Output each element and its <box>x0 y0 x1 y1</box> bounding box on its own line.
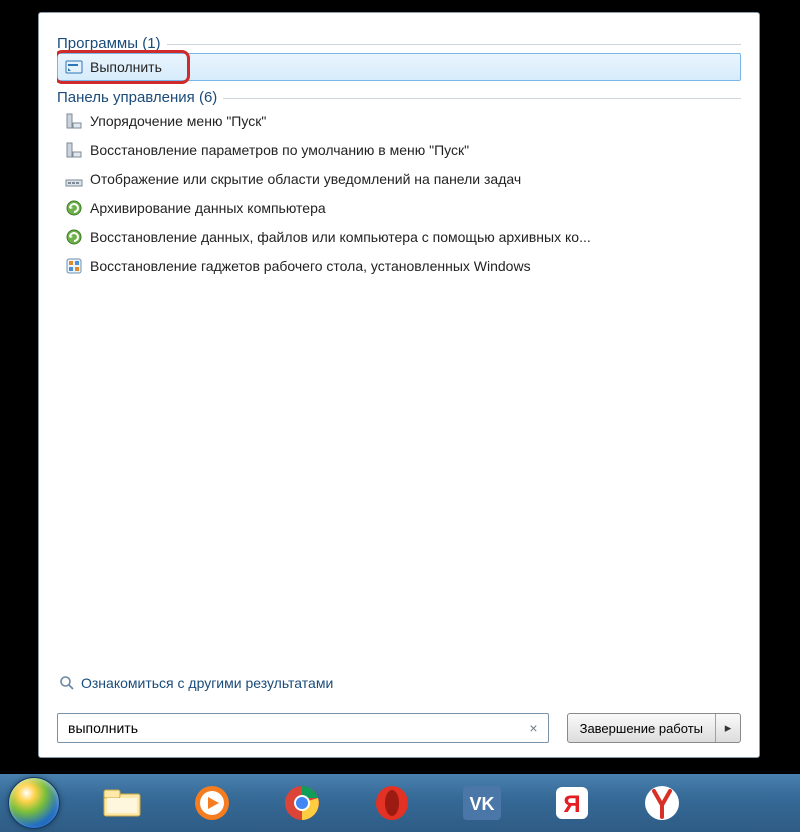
taskbar-chrome[interactable] <box>274 779 330 827</box>
more-results-link[interactable]: Ознакомиться с другими результатами <box>57 667 741 703</box>
taskbar-icon <box>64 111 84 131</box>
backup-icon <box>64 227 84 247</box>
wmp-icon <box>192 783 232 823</box>
shutdown-button[interactable]: Завершение работы ▸ <box>567 713 741 743</box>
shutdown-label[interactable]: Завершение работы <box>568 714 716 742</box>
search-results: Программы (1) Выполнить Панель управлени… <box>57 31 741 661</box>
shutdown-arrow[interactable]: ▸ <box>716 714 740 742</box>
bottom-bar: × Завершение работы ▸ <box>57 703 741 743</box>
section-programs-title: Программы (1) <box>57 35 161 52</box>
chrome-icon <box>282 783 322 823</box>
section-control-panel-title: Панель управления (6) <box>57 89 217 106</box>
taskbar-icon <box>64 140 84 160</box>
explorer-icon <box>101 786 143 820</box>
result-cp-1[interactable]: Восстановление параметров по умолчанию в… <box>57 136 741 164</box>
section-control-panel-header: Панель управления (6) <box>57 89 741 106</box>
result-label: Восстановление данных, файлов или компью… <box>90 229 591 245</box>
backup-icon <box>64 198 84 218</box>
taskbar-explorer[interactable] <box>94 779 150 827</box>
taskbar: VK Я <box>0 774 800 832</box>
search-icon <box>57 673 77 693</box>
svg-text:Я: Я <box>563 791 580 818</box>
taskbar-media-player[interactable] <box>184 779 240 827</box>
yandex-red-icon: Я <box>552 783 592 823</box>
taskbar-vk[interactable]: VK <box>454 779 510 827</box>
opera-icon <box>372 783 412 823</box>
result-cp-0[interactable]: Упорядочение меню "Пуск" <box>57 107 741 135</box>
result-label: Упорядочение меню "Пуск" <box>90 113 266 129</box>
svg-text:VK: VK <box>469 794 494 814</box>
result-cp-4[interactable]: Восстановление данных, файлов или компью… <box>57 223 741 251</box>
section-programs-header: Программы (1) <box>57 35 741 52</box>
result-label: Архивирование данных компьютера <box>90 200 326 216</box>
notify-icon <box>64 169 84 189</box>
taskbar-yandex[interactable]: Я <box>544 779 600 827</box>
result-cp-5[interactable]: Восстановление гаджетов рабочего стола, … <box>57 252 741 280</box>
result-run[interactable]: Выполнить <box>57 53 741 81</box>
vk-icon: VK <box>461 784 503 822</box>
result-label: Выполнить <box>90 59 162 75</box>
clear-search-button[interactable]: × <box>525 720 541 736</box>
result-label: Восстановление гаджетов рабочего стола, … <box>90 258 531 274</box>
result-cp-3[interactable]: Архивирование данных компьютера <box>57 194 741 222</box>
result-label: Восстановление параметров по умолчанию в… <box>90 142 469 158</box>
more-results-label: Ознакомиться с другими результатами <box>81 675 333 691</box>
yandex-y-icon <box>642 783 682 823</box>
run-icon <box>64 57 84 77</box>
taskbar-yandex-browser[interactable] <box>634 779 690 827</box>
result-cp-2[interactable]: Отображение или скрытие области уведомле… <box>57 165 741 193</box>
result-label: Отображение или скрытие области уведомле… <box>90 171 521 187</box>
start-button[interactable] <box>8 777 60 829</box>
start-menu-search-panel: Программы (1) Выполнить Панель управлени… <box>38 12 760 758</box>
gadget-icon <box>64 256 84 276</box>
search-box[interactable]: × <box>57 713 549 743</box>
search-input[interactable] <box>68 720 525 736</box>
taskbar-opera[interactable] <box>364 779 420 827</box>
